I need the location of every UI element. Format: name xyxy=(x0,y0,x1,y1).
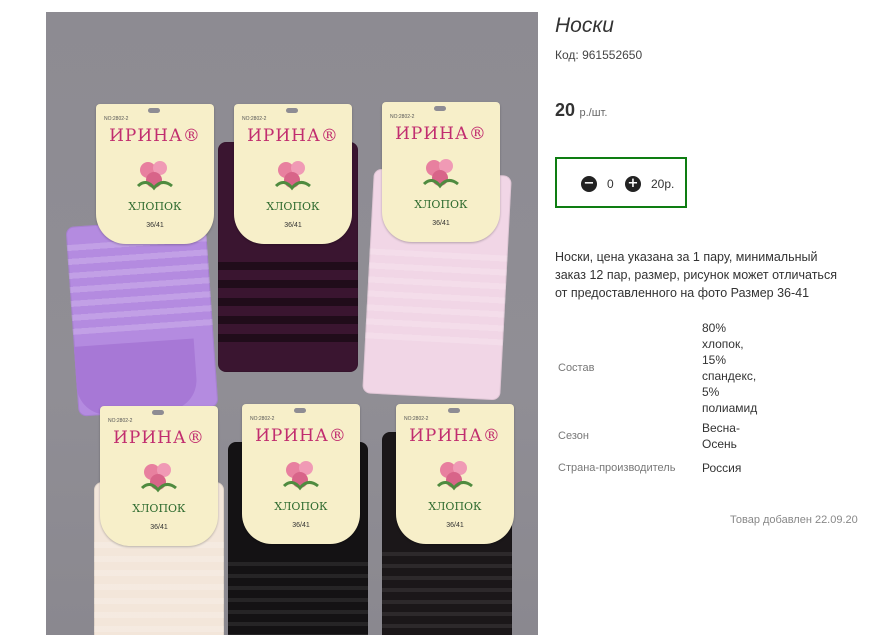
tag-fiber: ХЛОПОК xyxy=(274,500,328,513)
tag-brand: ИРИНА® xyxy=(109,126,201,146)
tag-fiber: ХЛОПОК xyxy=(132,502,186,515)
date-added: Товар добавлен 22.09.20 xyxy=(730,514,858,526)
property-label: Страна-производитель xyxy=(558,462,676,474)
minus-circle-icon[interactable]: − xyxy=(581,176,597,192)
tag-number: NO:2802-2 xyxy=(108,418,133,424)
property-value-line: Россия xyxy=(702,461,742,475)
tag-number: NO:2802-2 xyxy=(250,416,275,422)
roses-icon xyxy=(422,159,459,189)
package-tag: NO:2802-2 ИРИНА® ХЛОПОК 36/41 xyxy=(382,102,500,242)
property-row: Состав 80% хлопок, 15% спандекс, 5% поли… xyxy=(555,320,782,416)
property-label: Сезон xyxy=(558,430,589,442)
tag-number: NO:2802-2 xyxy=(390,114,415,120)
tag-brand: ИРИНА® xyxy=(395,124,487,144)
tag-brand: ИРИНА® xyxy=(247,126,339,146)
tag-number: NO:2802-2 xyxy=(104,116,129,122)
property-value-line: Весна- xyxy=(702,421,740,435)
description-line: заказ 12 пар, размер, рисунок может отли… xyxy=(555,268,837,282)
property-value-line: 15% xyxy=(702,353,727,367)
properties-table: Состав 80% хлопок, 15% спандекс, 5% поли… xyxy=(555,320,782,480)
package-tag: NO:2802-2 ИРИНА® ХЛОПОК 36/41 xyxy=(396,404,514,544)
price-value: 20 xyxy=(555,100,576,120)
property-row: Страна-производитель Россия xyxy=(555,456,782,480)
tag-number: NO:2802-2 xyxy=(404,416,429,422)
property-value: Весна- Осень xyxy=(702,416,782,456)
roses-icon xyxy=(136,161,173,191)
tag-number: NO:2802-2 xyxy=(242,116,267,122)
roses-icon xyxy=(282,461,319,491)
property-value-line: хлопок, xyxy=(702,337,744,351)
tag-fiber: ХЛОПОК xyxy=(266,200,320,213)
package-tag: NO:2802-2 ИРИНА® ХЛОПОК 36/41 xyxy=(100,406,218,546)
package-tag: NO:2802-2 ИРИНА® ХЛОПОК 36/41 xyxy=(96,104,214,244)
tag-fiber: ХЛОПОК xyxy=(128,200,182,213)
tag-brand: ИРИНА® xyxy=(255,426,347,446)
package-tag: NO:2802-2 ИРИНА® ХЛОПОК 36/41 xyxy=(234,104,352,244)
property-value-line: 80% xyxy=(702,321,727,335)
product-price: 20 р./шт. xyxy=(555,100,607,121)
product-code: Код: 961552650 xyxy=(555,48,643,62)
property-value-line: спандекс, xyxy=(702,369,757,383)
tag-fiber: ХЛОПОК xyxy=(414,198,468,211)
tag-size: 36/41 xyxy=(150,524,168,531)
property-label: Состав xyxy=(558,362,595,374)
sock-lilac xyxy=(65,217,219,417)
price-unit: р./шт. xyxy=(579,107,608,119)
quantity-value: 0 xyxy=(607,177,614,191)
description-line: Носки, цена указана за 1 пару, минимальн… xyxy=(555,250,818,264)
property-value-line: Осень xyxy=(702,437,737,451)
property-value-line: 5% xyxy=(702,385,720,399)
roses-icon xyxy=(140,463,177,493)
quantity-sum: 20р. xyxy=(651,177,675,191)
product-title: Носки xyxy=(555,14,614,37)
property-value-line: полиамид xyxy=(702,401,758,415)
tag-size: 36/41 xyxy=(146,222,164,229)
tag-size: 36/41 xyxy=(432,220,450,227)
tag-brand: ИРИНА® xyxy=(113,428,205,448)
product-photo[interactable]: NO:2802-2 ИРИНА® ХЛОПОК 36/41 NO:2802-2 … xyxy=(46,12,538,635)
tag-size: 36/41 xyxy=(284,222,302,229)
package-tag: NO:2802-2 ИРИНА® ХЛОПОК 36/41 xyxy=(242,404,360,544)
description-line: от предоставленного на фото Размер 36-41 xyxy=(555,286,810,300)
property-value: 80% хлопок, 15% спандекс, 5% полиамид xyxy=(702,320,782,416)
roses-icon xyxy=(274,161,311,191)
property-value: Россия xyxy=(702,456,782,480)
tag-brand: ИРИНА® xyxy=(409,426,501,446)
plus-circle-icon[interactable]: + xyxy=(625,176,641,192)
tag-fiber: ХЛОПОК xyxy=(428,500,482,513)
product-description: Носки, цена указана за 1 пару, минимальн… xyxy=(555,248,872,302)
roses-icon xyxy=(436,461,473,491)
property-row: Сезон Весна- Осень xyxy=(555,416,782,456)
tag-size: 36/41 xyxy=(292,522,310,529)
tag-size: 36/41 xyxy=(446,522,464,529)
quantity-selector: − 0 + 20р. xyxy=(555,157,687,208)
